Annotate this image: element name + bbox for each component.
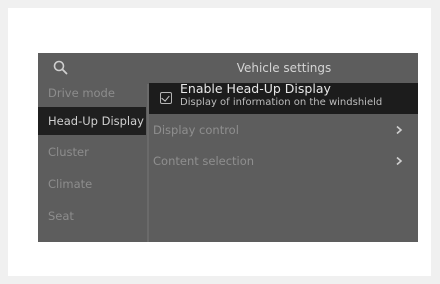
sidebar-item-head-up-display[interactable]: Head-Up Display (38, 107, 146, 135)
sidebar-item-climate[interactable]: Climate (38, 170, 146, 198)
sidebar-item-cluster[interactable]: Cluster (38, 138, 146, 166)
checkbox-icon[interactable] (160, 92, 172, 104)
chevron-right-icon (396, 125, 403, 135)
hud-option-subtitle: Display of information on the windshield (180, 97, 383, 108)
search-icon[interactable] (52, 59, 70, 77)
row-content-selection[interactable]: Content selection (149, 147, 418, 175)
sidebar-item-drive-mode[interactable]: Drive mode (38, 79, 146, 107)
page-title: Vehicle settings (236, 61, 332, 75)
row-label: Content selection (153, 154, 255, 168)
sidebar-item-seat[interactable]: Seat (38, 202, 146, 230)
hud-option-title: Enable Head-Up Display (180, 81, 331, 96)
chevron-right-icon (396, 156, 403, 166)
row-label: Display control (153, 123, 239, 137)
row-display-control[interactable]: Display control (149, 116, 418, 144)
